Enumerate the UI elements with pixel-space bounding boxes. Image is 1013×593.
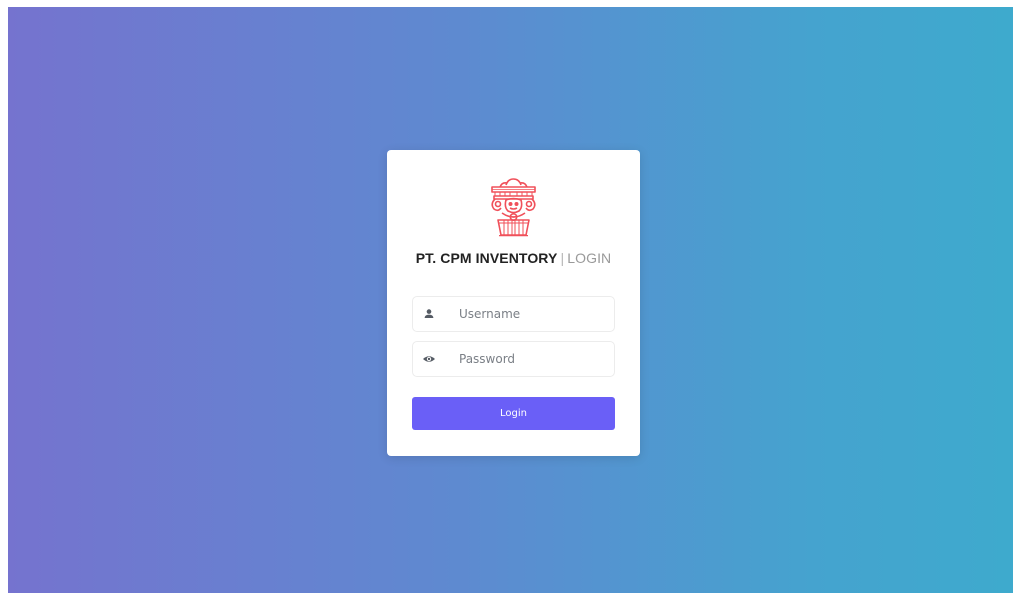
ashoka-pillar-emblem-icon [491, 178, 536, 237]
password-input[interactable] [459, 342, 609, 376]
page-background: PT. CPM INVENTORY|LOGIN Login [8, 7, 1013, 593]
user-icon [424, 309, 434, 318]
login-card: PT. CPM INVENTORY|LOGIN Login [387, 150, 640, 456]
login-button[interactable]: Login [412, 397, 615, 430]
username-input[interactable] [459, 297, 609, 331]
eye-icon [423, 356, 435, 362]
username-field[interactable] [412, 296, 615, 332]
page-title: PT. CPM INVENTORY | LOGIN [387, 250, 640, 266]
title-separator: | [560, 250, 565, 266]
password-field[interactable] [412, 341, 615, 377]
app-name: PT. CPM INVENTORY [415, 250, 558, 266]
login-heading: LOGIN [567, 250, 612, 266]
